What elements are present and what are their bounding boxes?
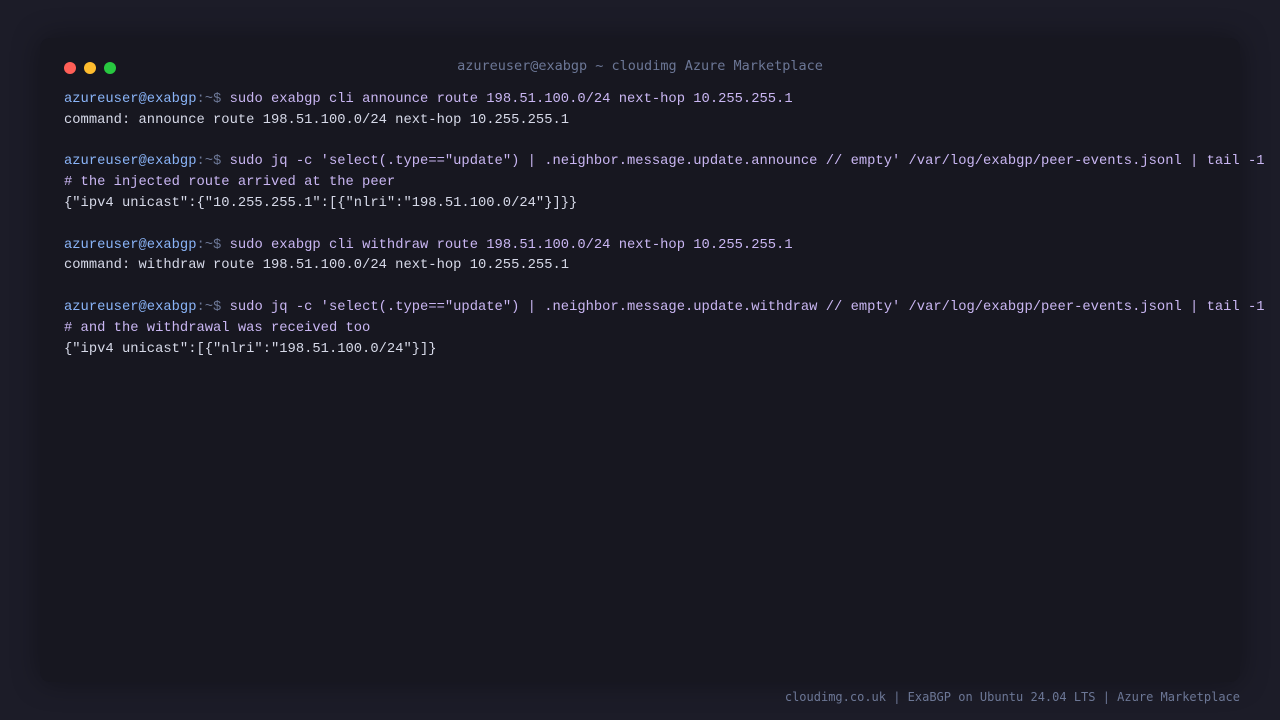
prompt-path: :~$ [196, 299, 230, 315]
command-line: azureuser@exabgp:~$ sudo jq -c 'select(.… [64, 298, 1265, 319]
command-text: sudo jq -c 'select(.type=="update") | .n… [229, 299, 1265, 315]
window-title: azureuser@exabgp ~ cloudimg Azure Market… [457, 58, 823, 74]
command-text: sudo jq -c 'select(.type=="update") | .n… [229, 154, 1265, 170]
prompt-user-host: azureuser@exabgp [64, 237, 197, 253]
comment-line: # and the withdrawal was received too [64, 320, 371, 336]
output-line: command: withdraw route 198.51.100.0/24 … [64, 258, 570, 274]
footer-text: cloudimg.co.uk | ExaBGP on Ubuntu 24.04 … [784, 690, 1240, 704]
terminal-output[interactable]: azureuser@exabgp:~$ sudo exabgp cli anno… [64, 90, 1265, 360]
output-line: {"ipv4 unicast":[{"nlri":"198.51.100.0/2… [64, 341, 437, 357]
command-line: azureuser@exabgp:~$ sudo exabgp cli anno… [64, 90, 1230, 111]
prompt-user-host: azureuser@exabgp [64, 154, 197, 170]
title-bar: azureuser@exabgp ~ cloudimg Azure Market… [40, 38, 1240, 98]
command-text: sudo exabgp cli withdraw route 198.51.10… [229, 237, 793, 253]
prompt-user-host: azureuser@exabgp [64, 92, 197, 107]
command-line: azureuser@exabgp:~$ sudo exabgp cli with… [64, 236, 1230, 257]
command-text: sudo exabgp cli announce route 198.51.10… [229, 92, 793, 107]
output-line: {"ipv4 unicast":{"10.255.255.1":[{"nlri"… [64, 195, 578, 211]
command-line: azureuser@exabgp:~$ sudo jq -c 'select(.… [64, 152, 1265, 173]
prompt-user-host: azureuser@exabgp [64, 299, 197, 315]
comment-line: # the injected route arrived at the peer [64, 175, 396, 191]
prompt-path: :~$ [196, 237, 230, 253]
prompt-path: :~$ [196, 154, 230, 170]
output-line: command: announce route 198.51.100.0/24 … [64, 112, 570, 128]
terminal-window: azureuser@exabgp ~ cloudimg Azure Market… [40, 38, 1265, 682]
prompt-path: :~$ [196, 92, 230, 107]
